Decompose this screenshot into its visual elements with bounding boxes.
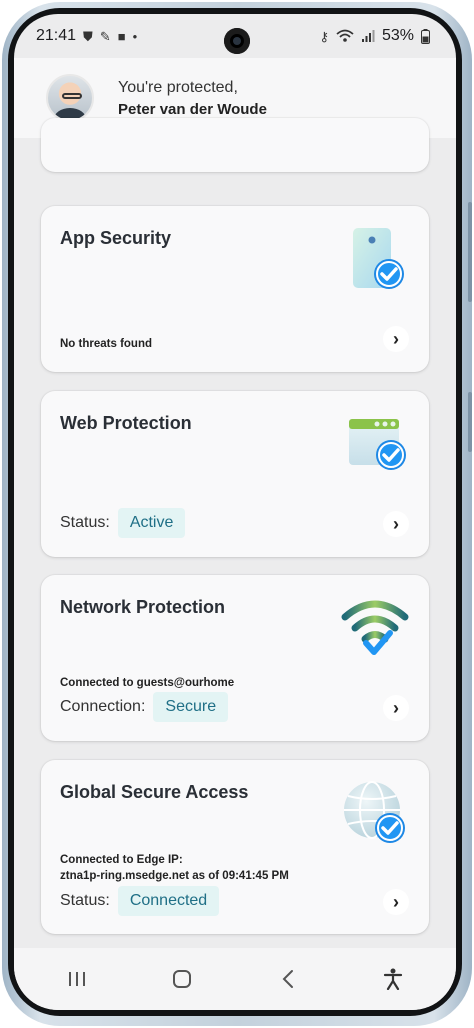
app-security-card[interactable]: App Security No threats found › [41, 206, 429, 372]
chevron-right-icon[interactable]: › [383, 326, 409, 352]
power-button [468, 392, 472, 452]
app-security-icon [353, 228, 404, 289]
status-row: Status: Connected [60, 886, 220, 916]
screen: 21:41 ⛊ ✎ ■ • ⚷ 53% You're protected, Pe… [14, 14, 456, 1010]
battery-icon [421, 28, 430, 44]
status-row: Status: Active [60, 508, 186, 538]
home-icon[interactable] [162, 959, 202, 999]
briefcase-icon: ■ [117, 28, 126, 44]
card-title: Web Protection [60, 413, 192, 433]
wifi-icon [336, 29, 354, 42]
network-protection-card[interactable]: Network Protection Connected to guests@o… [41, 575, 429, 741]
global-secure-access-card[interactable]: Global Secure Access Connected to Edge I… [41, 760, 429, 934]
avatar[interactable] [46, 74, 94, 122]
system-nav-bar [14, 948, 456, 1010]
card-title: Global Secure Access [60, 782, 249, 802]
card-subtitle: No threats found [60, 338, 152, 350]
status-badge: Secure [153, 692, 229, 722]
chevron-right-icon[interactable]: › [383, 695, 409, 721]
card-subtitle-line2: ztna1p-ring.msedge.net as of 09:41:45 PM [60, 870, 289, 882]
status-label: Status: [60, 514, 110, 531]
accessibility-icon[interactable] [373, 959, 413, 999]
status-label: Connection: [60, 698, 146, 715]
web-protection-card[interactable]: Web Protection Status: Active › [41, 391, 429, 557]
shield-icon: ⛊ [83, 28, 93, 44]
key-icon: ⚷ [319, 28, 329, 44]
card-subtitle: Connected to guests@ourhome [60, 677, 235, 689]
chevron-right-icon[interactable]: › [383, 511, 409, 537]
greeting-text: You're protected, [118, 78, 238, 96]
globe-icon [344, 781, 405, 843]
battery-percent: 53% [381, 27, 414, 44]
front-camera [224, 28, 250, 54]
back-icon[interactable] [268, 959, 308, 999]
volume-button [468, 202, 472, 302]
card-subtitle-line1: Connected to Edge IP: [60, 854, 183, 866]
status-label: Status: [60, 892, 110, 909]
card-title: Network Protection [60, 597, 226, 617]
status-badge: Active [117, 508, 186, 538]
signal-icon [361, 30, 375, 42]
status-row: Connection: Secure [60, 692, 229, 722]
previous-card[interactable] [41, 118, 429, 172]
recent-apps-icon[interactable] [57, 959, 97, 999]
clock: 21:41 [36, 27, 77, 44]
status-badge: Connected [117, 886, 220, 916]
dashboard-scroll[interactable]: App Security No threats found › Web Prot… [14, 118, 456, 948]
wifi-protection-icon [341, 600, 409, 655]
wand-icon: ✎ [99, 28, 111, 44]
user-name: Peter van der Woude [118, 100, 267, 118]
web-protection-icon [349, 419, 406, 470]
dot-icon: • [132, 28, 138, 44]
chevron-right-icon[interactable]: › [383, 889, 409, 915]
card-title: App Security [60, 228, 172, 248]
